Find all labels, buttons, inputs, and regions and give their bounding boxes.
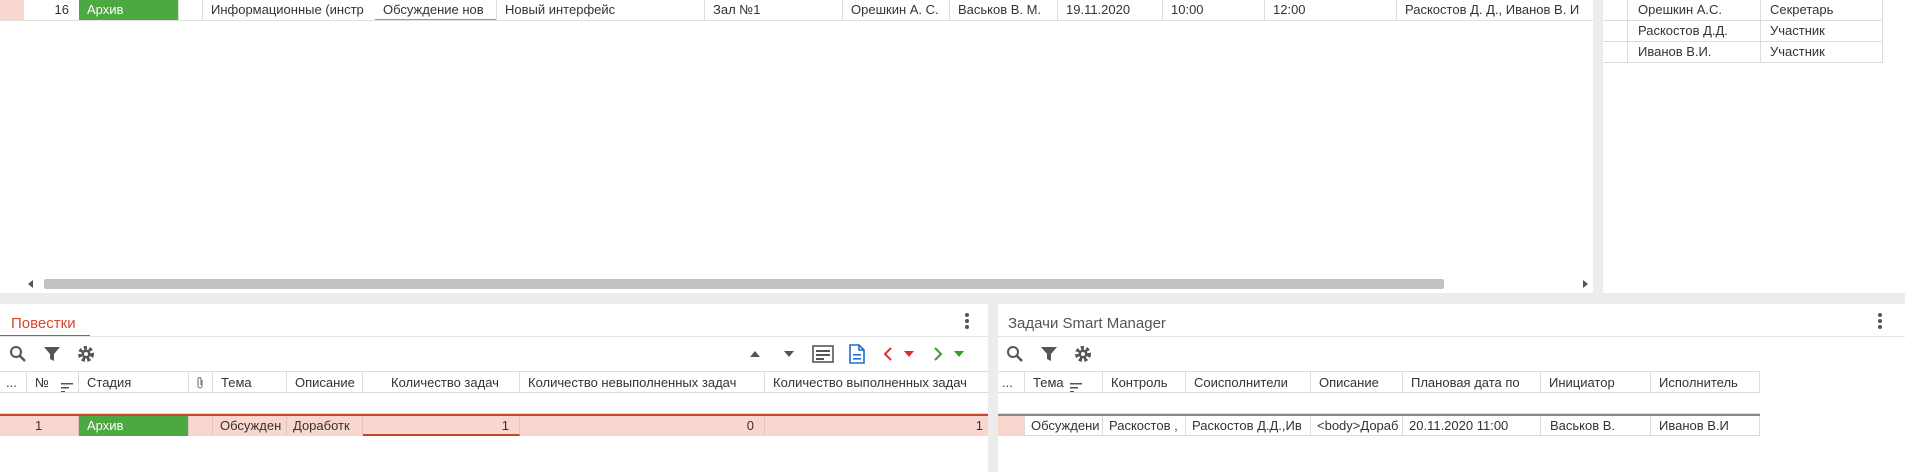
list-item[interactable]: Иванов В.И. Участник (1603, 42, 1883, 63)
more-menu-icon[interactable] (965, 313, 969, 331)
cell-stage: Архив (79, 416, 189, 436)
row-marker (998, 416, 1025, 435)
cell-executor: Иванов В.И (1651, 416, 1760, 435)
previous-icon[interactable] (882, 346, 894, 362)
gear-icon[interactable] (1072, 344, 1094, 364)
cell-topic: Обсуждени (1025, 416, 1103, 435)
table-row[interactable]: 1 Архив Обсужден Доработк 1 0 1 (0, 414, 988, 436)
member-role: Секретарь (1761, 0, 1883, 20)
member-name: Раскостов Д.Д. (1627, 21, 1761, 41)
search-icon[interactable] (8, 344, 28, 364)
search-icon[interactable] (1005, 344, 1025, 364)
cell-finished-tasks: 1 (975, 418, 983, 433)
members-grid: Орешкин А.С. Секретарь Раскостов Д.Д. Уч… (1603, 0, 1905, 293)
scroll-right-icon[interactable] (1583, 280, 1588, 288)
next-icon[interactable] (932, 346, 944, 362)
cell-participants: Раскостов Д. Д., Иванов В. И (1405, 2, 1580, 17)
cell-description: <body>Дораб (1311, 416, 1403, 435)
member-name: Орешкин А.С. (1627, 0, 1761, 20)
column-task-count[interactable]: Количество задач (363, 372, 520, 392)
cell-initiator: Васьков В. (1541, 416, 1651, 435)
meetings-grid: 16 Архив Информационные (инстр Обсуждени… (0, 0, 1593, 293)
column-topic[interactable]: Тема (1025, 372, 1103, 392)
table-row[interactable]: Обсуждени Раскостов , Раскостов Д.Д.,Ив … (998, 414, 1760, 436)
member-name: Иванов В.И. (1627, 42, 1761, 62)
column-topic-label: Тема (1033, 375, 1064, 390)
panel-title: Повестки (11, 315, 76, 332)
column-topic[interactable]: Тема (213, 372, 287, 392)
cell-type: Информационные (инстр (211, 2, 364, 17)
cell-place: Зал №1 (713, 2, 761, 17)
member-role: Участник (1761, 42, 1883, 62)
cell-subject: Новый интерфейс (505, 2, 616, 17)
table-header: ... Тема Контроль Соисполнители Описание… (998, 371, 1760, 393)
column-control[interactable]: Контроль (1103, 372, 1186, 392)
cell-unfinished-tasks: 0 (520, 416, 765, 436)
move-up-icon[interactable] (748, 346, 762, 362)
paperclip-icon (197, 377, 203, 389)
cell-end: 12:00 (1273, 2, 1306, 17)
next-dropdown-icon[interactable] (953, 346, 965, 362)
list-item[interactable]: Раскостов Д.Д. Участник (1603, 21, 1883, 42)
document-icon[interactable] (848, 343, 866, 365)
cell-control: Раскостов , (1103, 416, 1186, 435)
cell-planned-date: 20.11.2020 11:00 (1403, 416, 1541, 435)
sort-icon[interactable] (1070, 378, 1082, 392)
list-item[interactable]: Орешкин А.С. Секретарь (1603, 0, 1883, 21)
scrollbar-thumb[interactable] (44, 279, 1444, 289)
column-num-label: № (35, 375, 49, 390)
cell-topic: Обсужден (213, 416, 287, 436)
column-attachment[interactable] (189, 372, 213, 392)
table-row[interactable]: 16 Архив Информационные (инстр Обсуждени… (0, 0, 1593, 21)
filter-row[interactable] (998, 393, 1760, 414)
column-executor[interactable]: Исполнитель (1651, 372, 1760, 392)
cell-start: 10:00 (1171, 2, 1204, 17)
panel-title: Задачи Smart Manager (1008, 315, 1166, 332)
column-planned-date[interactable]: Плановая дата по (1403, 372, 1541, 392)
agenda-panel: Повестки ... № Стадия Тема Описание Коли… (0, 304, 988, 472)
column-menu[interactable]: ... (0, 372, 27, 392)
more-menu-icon[interactable] (1878, 313, 1882, 331)
column-menu[interactable]: ... (998, 372, 1025, 392)
column-num[interactable]: № (27, 372, 79, 392)
column-description[interactable]: Описание (1311, 372, 1403, 392)
cell-task-count: 1 (363, 416, 520, 436)
cell-secretary: Орешкин А. С. (851, 2, 939, 17)
previous-dropdown-icon[interactable] (903, 346, 915, 362)
tasks-panel: Задачи Smart Manager ... Тема Контроль С… (998, 304, 1905, 472)
sort-icon[interactable] (61, 378, 73, 392)
column-initiator[interactable]: Инициатор (1541, 372, 1651, 392)
cell-stage: Архив (79, 0, 178, 20)
column-stage[interactable]: Стадия (79, 372, 189, 392)
cell-num: 1 (27, 416, 79, 436)
cell-description: Доработк (287, 416, 363, 436)
gear-icon[interactable] (75, 344, 97, 364)
column-unfinished-tasks[interactable]: Количество невыполненных задач (520, 372, 765, 392)
move-down-icon[interactable] (782, 346, 796, 362)
horizontal-scrollbar[interactable] (24, 277, 1592, 291)
cell-num: 16 (54, 2, 69, 17)
form-view-icon[interactable] (811, 344, 835, 364)
cell-attachment (189, 416, 213, 436)
filter-icon[interactable] (1039, 344, 1059, 364)
filter-icon[interactable] (42, 344, 62, 364)
column-finished-tasks[interactable]: Количество выполненных задач (765, 372, 988, 392)
member-role: Участник (1761, 21, 1883, 41)
cell-topic: Обсуждение нов (375, 0, 496, 20)
column-description[interactable]: Описание (287, 372, 363, 392)
cell-chair: Васьков В. М. (958, 2, 1042, 17)
cell-date: 19.11.2020 (1066, 2, 1131, 17)
table-header: ... № Стадия Тема Описание Количество за… (0, 371, 988, 393)
column-coexecutors[interactable]: Соисполнители (1186, 372, 1311, 392)
scroll-left-icon[interactable] (28, 280, 33, 288)
row-marker (0, 0, 24, 20)
cell-coexecutors: Раскостов Д.Д.,Ив (1186, 416, 1311, 435)
filter-row[interactable] (0, 393, 988, 414)
